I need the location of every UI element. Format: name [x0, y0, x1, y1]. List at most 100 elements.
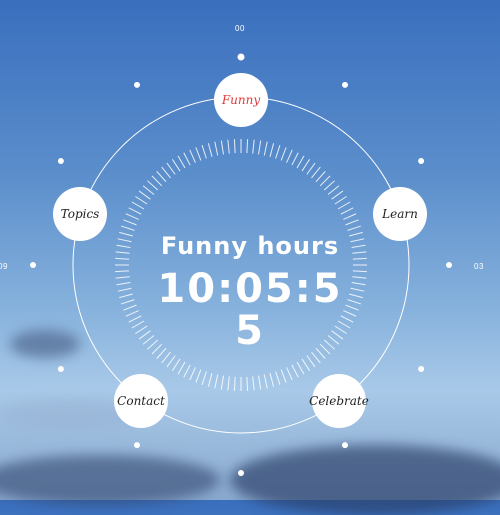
- page-title: Funny hours: [160, 232, 340, 260]
- tick-mark: [258, 140, 262, 155]
- tick-mark: [286, 149, 293, 163]
- tick-mark: [123, 304, 137, 311]
- hour-dot: [237, 53, 245, 61]
- nav-celebrate-label: Celebrate: [309, 394, 369, 408]
- nav-celebrate[interactable]: Celebrate: [309, 374, 369, 428]
- tick-mark: [161, 166, 171, 179]
- tick-mark: [323, 180, 335, 191]
- tick-mark: [171, 159, 181, 172]
- nav-contact-label: Contact: [117, 394, 165, 408]
- hour-dot: [57, 366, 64, 372]
- tick-mark: [156, 171, 167, 183]
- tick-mark: [275, 145, 281, 159]
- tick-mark: [280, 369, 287, 383]
- tick-mark: [263, 141, 268, 156]
- tick-mark: [207, 373, 213, 387]
- tick-mark: [151, 175, 163, 187]
- tick-mark: [117, 287, 132, 292]
- tick-mark: [345, 219, 359, 226]
- tick-mark: [177, 361, 186, 375]
- tick-mark: [131, 201, 145, 210]
- tick-mark: [201, 145, 207, 159]
- tick-mark: [280, 147, 287, 161]
- tick-mark: [227, 139, 230, 154]
- nav-learn-label: Learn: [382, 207, 418, 221]
- tick-mark: [121, 225, 135, 231]
- tick-mark: [296, 155, 305, 169]
- tick-mark: [275, 371, 281, 385]
- hour-dot: [238, 470, 244, 476]
- tick-mark: [201, 371, 207, 385]
- tick-mark: [311, 166, 321, 179]
- tick-mark: [214, 141, 219, 156]
- tick-mark: [233, 376, 236, 391]
- tick-mark: [343, 213, 357, 220]
- tick-mark: [166, 162, 176, 175]
- tick-mark: [296, 361, 305, 375]
- nav-funny[interactable]: Funny: [214, 73, 268, 127]
- hour-dot: [418, 158, 425, 164]
- tick-mark: [291, 152, 299, 166]
- tick-mark: [306, 355, 316, 368]
- tick-mark: [128, 207, 142, 215]
- tick-mark: [334, 195, 347, 205]
- tick-mark: [147, 180, 159, 191]
- tick-mark: [227, 376, 230, 391]
- tick-mark: [337, 201, 351, 210]
- tick-mark: [269, 143, 275, 157]
- tick-mark: [263, 374, 268, 389]
- tick-mark: [327, 185, 340, 195]
- tick-mark: [252, 376, 255, 391]
- tick-mark: [252, 139, 255, 154]
- tick-mark: [291, 364, 299, 378]
- dial-label-03: 03: [474, 262, 484, 271]
- tick-mark: [138, 190, 151, 200]
- tick-mark: [131, 320, 145, 329]
- tick-mark: [166, 355, 176, 368]
- hour-dot: [418, 366, 425, 372]
- tick-mark: [195, 147, 202, 161]
- hour-dot: [446, 262, 452, 268]
- tick-mark: [125, 213, 139, 220]
- tick-mark: [319, 175, 331, 187]
- dial-label-00: 00: [235, 24, 245, 33]
- hour-dot: [342, 81, 348, 88]
- tick-mark: [246, 376, 249, 391]
- tick-mark: [207, 143, 213, 157]
- hour-dot: [57, 158, 64, 164]
- nav-funny-label: Funny: [221, 93, 261, 107]
- tick-mark: [233, 139, 236, 154]
- tick-mark: [246, 139, 249, 154]
- tick-mark: [189, 367, 196, 381]
- tick-mark: [115, 276, 130, 279]
- hour-dot: [342, 442, 348, 449]
- tick-mark: [269, 373, 275, 387]
- tick-mark: [301, 159, 311, 172]
- tick-mark: [306, 162, 316, 175]
- tick-mark: [183, 152, 191, 166]
- tick-mark: [220, 140, 224, 155]
- tick-mark: [142, 185, 155, 195]
- tick-mark: [125, 310, 139, 317]
- tick-mark: [119, 293, 133, 299]
- tick-mark: [123, 219, 137, 226]
- hour-dot: [134, 442, 140, 449]
- tick-mark: [135, 195, 148, 205]
- tick-mark: [183, 364, 191, 378]
- tick-mark: [116, 282, 131, 286]
- tick-mark: [311, 351, 321, 364]
- nav-topics-label: Topics: [60, 207, 100, 221]
- tick-mark: [220, 375, 224, 390]
- digital-clock: 10:05:55: [157, 266, 343, 354]
- tick-mark: [301, 358, 311, 371]
- tick-mark: [214, 374, 219, 389]
- dial-label-09: 09: [0, 262, 8, 271]
- nav-contact[interactable]: Contact: [114, 374, 168, 428]
- tick-mark: [161, 351, 171, 364]
- tick-mark: [258, 375, 262, 390]
- tick-mark: [115, 270, 130, 273]
- tick-mark: [189, 149, 196, 163]
- tick-mark: [315, 171, 326, 183]
- hour-dot: [134, 81, 140, 88]
- tick-mark: [177, 155, 186, 169]
